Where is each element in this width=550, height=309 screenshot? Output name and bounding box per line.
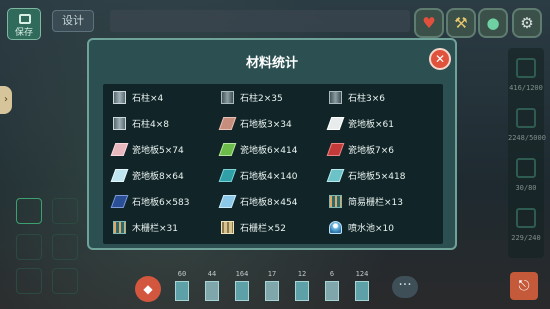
list-item: 石地板5×418: [326, 166, 405, 184]
stone-floor-skyblue-icon: [218, 194, 237, 208]
list-item: 石柱4×8: [113, 114, 169, 132]
drop-button[interactable]: ●: [478, 8, 508, 38]
simple-fence-icon: [329, 194, 342, 208]
stone-pillar-2-icon: [221, 90, 234, 104]
resource-count: 416/1200: [509, 84, 543, 92]
top-toolbar-area: [110, 10, 410, 32]
resource-icon: [516, 108, 536, 128]
settings-button[interactable]: ⚙: [512, 8, 542, 38]
hotbar-slot[interactable]: 12: [291, 270, 313, 301]
line-tool[interactable]: [52, 198, 78, 224]
close-icon: ✕: [434, 52, 446, 66]
list-item: 石地板4×140: [218, 166, 297, 184]
list-item: 瓷地板8×64: [110, 166, 184, 184]
block-icon: [205, 281, 219, 301]
save-icon: [19, 14, 31, 24]
resource-count: 2248/5000: [508, 134, 546, 142]
right-resource-panel: 416/1200 2248/5000 30/80 229/240: [508, 48, 546, 258]
resource-icon: [516, 58, 536, 78]
gear-icon: ⚙: [520, 14, 534, 32]
arc-tool[interactable]: [52, 234, 78, 260]
hotbar-slot[interactable]: 6: [321, 270, 343, 301]
close-button[interactable]: ✕: [429, 48, 451, 70]
list-item: 石地板3×34: [218, 114, 292, 132]
block-icon: [265, 281, 279, 301]
list-item: 瓷地板7×6: [326, 140, 394, 158]
block-icon: [175, 281, 189, 301]
list-item: 简易栅栏×13: [329, 192, 403, 210]
list-item: 木栅栏×31: [113, 218, 178, 236]
resource-icon: [516, 158, 536, 178]
hotbar-slot[interactable]: 60: [171, 270, 193, 301]
ceramic-floor-red-icon: [326, 142, 345, 156]
stone-floor-teal-icon: [218, 168, 237, 182]
list-item: 瓷地板5×74: [110, 140, 184, 158]
list-item: 石柱2×35: [221, 88, 283, 106]
heart-button[interactable]: ♥: [414, 8, 444, 38]
dialog-title: 材料统计: [245, 56, 298, 71]
rotate-tool-right[interactable]: [52, 268, 78, 294]
block-icon: [295, 281, 309, 301]
list-item: 石柱×4: [113, 88, 163, 106]
fountain-icon: [329, 220, 342, 234]
block-icon: [325, 281, 339, 301]
side-expand-tab[interactable]: ›: [0, 86, 12, 114]
curve-tool[interactable]: [16, 234, 42, 260]
list-item: 石地板6×583: [110, 192, 189, 210]
stone-pillar-4-icon: [113, 116, 126, 130]
more-button[interactable]: ···: [392, 276, 418, 298]
hotbar-slot[interactable]: 164: [231, 270, 253, 301]
list-item: 瓷地板×61: [326, 114, 394, 132]
ceramic-floor-green-icon: [218, 142, 237, 156]
stone-floor-navy-icon: [110, 194, 129, 208]
material-hotbar: 60 44 164 17 12 6 124: [135, 268, 405, 309]
list-item: 喷水池×10: [329, 218, 394, 236]
hotbar-slot[interactable]: 44: [201, 270, 223, 301]
hotbar-slot[interactable]: 17: [261, 270, 283, 301]
resource-count: 229/240: [511, 234, 541, 242]
wood-fence-icon: [113, 220, 126, 234]
stone-pillar-icon: [113, 90, 126, 104]
stone-floor-red-icon: [218, 116, 237, 130]
ceramic-floor-white-icon: [326, 116, 345, 130]
rotate-tool-left[interactable]: [16, 268, 42, 294]
ceramic-floor-pink-icon: [110, 142, 129, 156]
list-item: 石栅栏×52: [221, 218, 286, 236]
chevron-right-icon: ›: [4, 94, 8, 105]
save-button[interactable]: 保存: [7, 8, 41, 40]
exit-icon: ⎋: [518, 278, 530, 294]
list-item: 瓷地板6×414: [218, 140, 297, 158]
resource-count: 30/80: [515, 184, 537, 192]
heart-icon: ♥: [422, 14, 436, 32]
stone-floor-lightteal-icon: [326, 168, 345, 182]
ceramic-floor-light-icon: [110, 168, 129, 182]
drop-icon: ●: [486, 14, 500, 32]
stone-pillar-3-icon: [329, 90, 342, 104]
list-item: 石地板8×454: [218, 192, 297, 210]
hotbar-slot[interactable]: 124: [351, 270, 373, 301]
select-tool[interactable]: [16, 198, 42, 224]
hammer-icon: ⚒: [454, 14, 468, 32]
block-icon: [235, 281, 249, 301]
design-tab[interactable]: 设计: [52, 10, 94, 32]
block-icon: [355, 281, 369, 301]
list-item: 石柱3×6: [329, 88, 385, 106]
material-list: 石柱×4 石柱2×35 石柱3×6 石柱4×8 石地板3×34 瓷地板×61 瓷…: [103, 84, 443, 244]
exit-button[interactable]: ⎋: [510, 272, 538, 300]
material-stats-dialog: 材料统计 ✕ 石柱×4 石柱2×35 石柱3×6 石柱4×8 石地板3×34 瓷…: [87, 38, 457, 250]
resource-icon: [516, 208, 536, 228]
left-tool-panel: [4, 190, 84, 295]
stone-fence-icon: [221, 220, 234, 234]
tool-button[interactable]: ⚒: [446, 8, 476, 38]
save-label: 保存: [14, 28, 33, 38]
